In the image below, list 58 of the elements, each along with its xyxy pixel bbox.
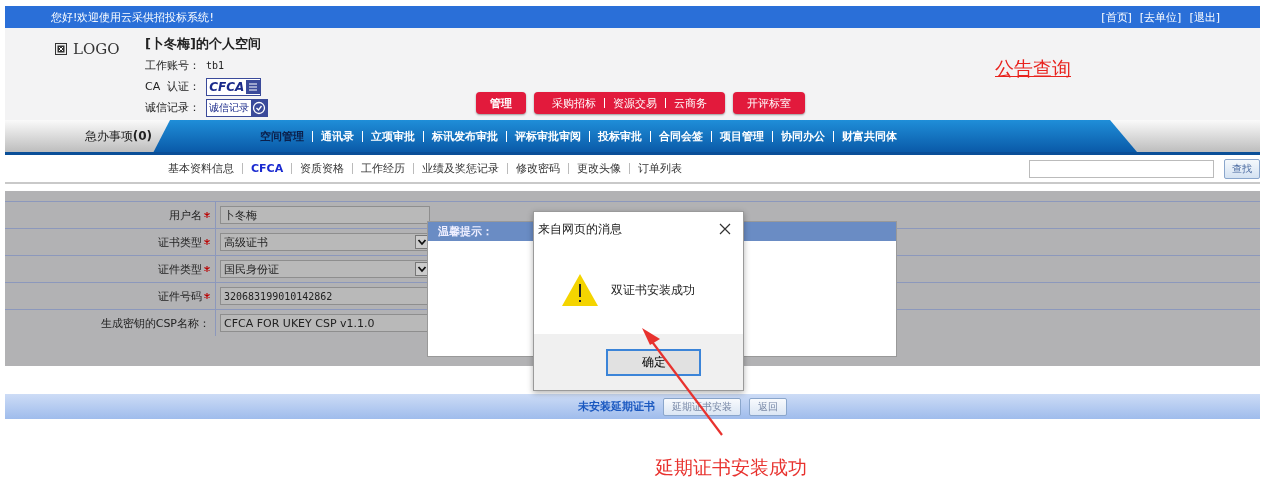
subnav-item[interactable]: 订单列表 [630, 161, 691, 176]
subnav-item[interactable]: 修改密码 [508, 161, 569, 176]
nav-item[interactable]: 通讯录 [313, 128, 362, 144]
nav-item[interactable]: 合同会签 [651, 128, 711, 144]
search-field[interactable] [1029, 159, 1214, 178]
nav-item[interactable]: 空间管理 [252, 128, 312, 144]
select-field[interactable]: 高级证书 [220, 233, 430, 251]
field-label: 用户名 [169, 207, 202, 223]
nav-item[interactable]: 财富共同体 [834, 128, 905, 144]
input-field[interactable]: 卜冬梅 [220, 206, 430, 224]
credit-label: 诚信记录： [145, 100, 200, 115]
input-field[interactable]: CFCA FOR UKEY CSP v1.1.0 [220, 314, 430, 332]
menu-button[interactable]: 管理 [476, 92, 526, 114]
subnav-item[interactable]: 基本资料信息 [160, 161, 242, 176]
top-link[interactable]: [首页] [1101, 9, 1132, 25]
menu-link[interactable]: 云商务 [674, 95, 707, 111]
search-button[interactable]: 查找 [1224, 158, 1260, 179]
subnav-item[interactable]: 资质资格 [292, 161, 353, 176]
field-label: 证书类型 [158, 234, 202, 250]
subnav-item[interactable]: 业绩及奖惩记录 [414, 161, 508, 176]
notice-link[interactable]: 公告查询 [995, 56, 1071, 82]
ca-label: CA 认证： [145, 79, 201, 94]
field-label: 证件号码 [158, 288, 202, 304]
space-title: [卜冬梅]的个人空间 [145, 35, 262, 53]
cfca-badge: CFCA [206, 77, 262, 96]
subnav-item[interactable]: CFCA [243, 162, 292, 175]
account-label: 工作账号： [145, 58, 200, 73]
ok-button[interactable]: 确定 [606, 348, 701, 376]
nav-item[interactable]: 标讯发布审批 [424, 128, 506, 144]
warning-icon [561, 273, 599, 307]
close-icon[interactable] [719, 223, 731, 235]
field-label: 证件类型 [158, 261, 202, 277]
select-field[interactable]: 国民身份证 [220, 260, 430, 278]
account-value: tb1 [206, 60, 225, 71]
nav-item[interactable]: 立项审批 [363, 128, 423, 144]
menu-link[interactable]: 资源交易 [613, 95, 657, 111]
annotation-text: 延期证书安装成功 [655, 455, 807, 480]
logo-text: LOGO [73, 40, 120, 58]
footer-button[interactable]: 返回 [749, 397, 787, 416]
input-field[interactable]: 320683199010142862 [220, 287, 430, 305]
pending-tab[interactable]: 急办事项(0) [5, 120, 170, 152]
nav-item[interactable]: 项目管理 [712, 128, 772, 144]
top-link[interactable]: [去单位] [1139, 9, 1182, 25]
subnav-item[interactable]: 工作经历 [353, 161, 414, 176]
menu-link[interactable]: 采购招标 [552, 95, 596, 111]
message-text: 双证书安装成功 [611, 281, 695, 299]
field-label: 生成密钥的CSP名称： [100, 315, 210, 331]
nav-item[interactable]: 投标审批 [590, 128, 650, 144]
nav-item[interactable]: 协同办公 [773, 128, 833, 144]
welcome-text: 您好!欢迎使用云采供招投标系统! [51, 9, 214, 25]
top-link[interactable]: [退出] [1189, 9, 1220, 25]
subnav-item[interactable]: 更改头像 [569, 161, 630, 176]
status-text: 未安装延期证书 [578, 399, 655, 414]
credit-badge: 诚信记录 [206, 98, 268, 117]
dialog-title: 来自网页的消息 [538, 220, 622, 238]
menu-button[interactable]: 开评标室 [733, 92, 805, 114]
nav-item[interactable]: 评标审批审阅 [507, 128, 589, 144]
broken-image-icon [55, 43, 67, 55]
